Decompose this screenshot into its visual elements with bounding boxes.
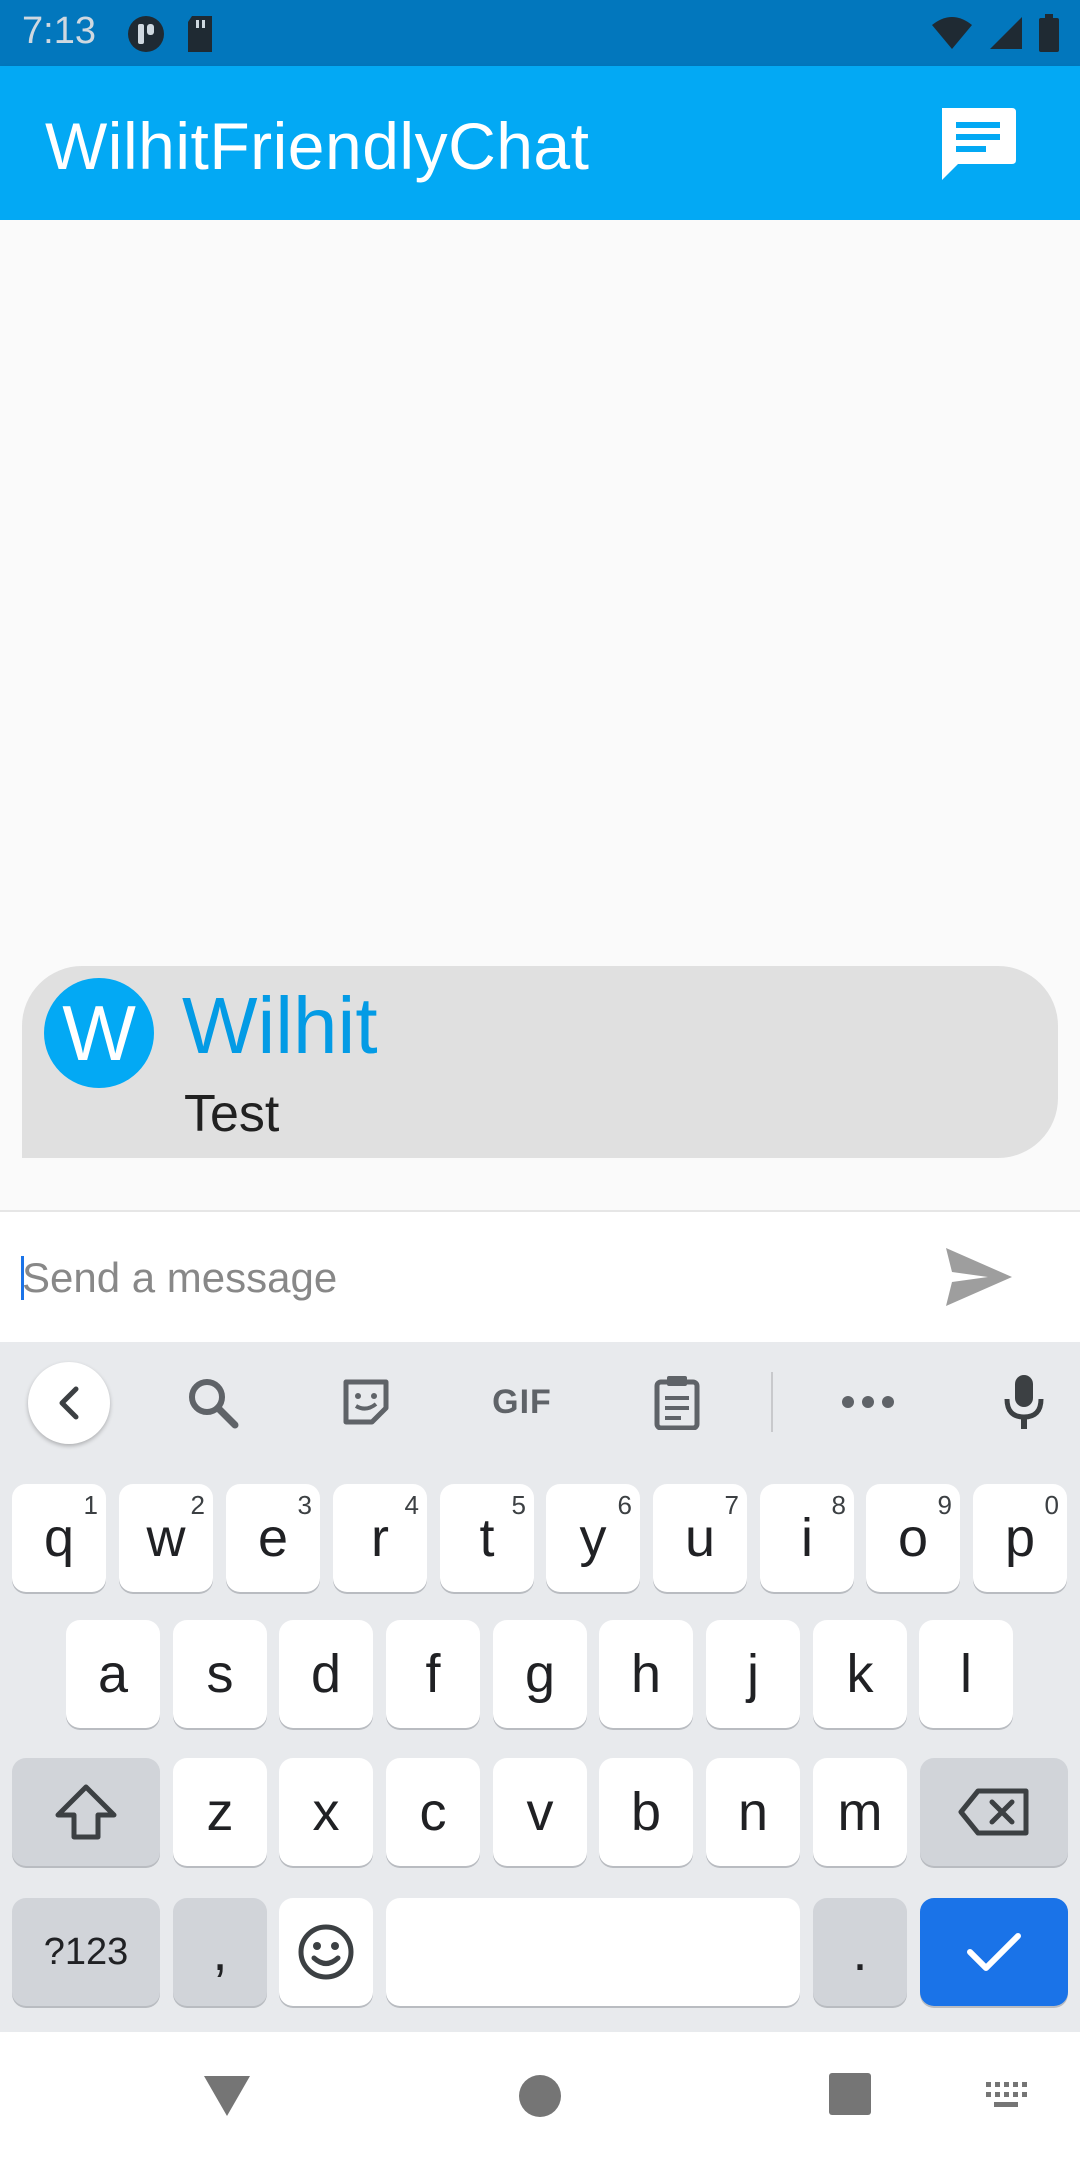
sticker-button[interactable] <box>334 1370 398 1434</box>
collapse-toolbar-button[interactable] <box>28 1362 110 1444</box>
clipboard-icon <box>654 1376 700 1430</box>
keyboard: GIF q1 w2 e3 r4 t5 y6 u7 i8 o9 p0 a s d … <box>0 1342 1080 2032</box>
period-key[interactable]: . <box>813 1898 907 2006</box>
backspace-icon <box>958 1788 1029 1836</box>
send-button[interactable] <box>944 1246 1014 1308</box>
voice-input-button[interactable] <box>994 1370 1054 1434</box>
search-icon <box>189 1379 239 1429</box>
message-text: Test <box>184 1085 280 1143</box>
key-j[interactable]: j <box>706 1620 800 1728</box>
key-e[interactable]: e3 <box>226 1484 320 1592</box>
signal-icon <box>990 17 1022 49</box>
home-nav-icon[interactable] <box>518 2074 562 2118</box>
battery-icon <box>1039 14 1059 52</box>
key-v[interactable]: v <box>493 1758 587 1866</box>
backspace-key[interactable] <box>920 1758 1068 1866</box>
key-y[interactable]: y6 <box>546 1484 640 1592</box>
avatar: W <box>44 978 154 1088</box>
key-f[interactable]: f <box>386 1620 480 1728</box>
back-nav-icon[interactable] <box>202 2072 252 2118</box>
checkmark-icon <box>967 1933 1021 1971</box>
keyboard-switch-icon[interactable] <box>984 2080 1028 2110</box>
app-title: WilhitFriendlyChat <box>45 109 590 183</box>
shift-icon <box>55 1784 117 1840</box>
enter-key[interactable] <box>920 1898 1068 2006</box>
key-g[interactable]: g <box>493 1620 587 1728</box>
search-button[interactable] <box>180 1370 244 1434</box>
key-m[interactable]: m <box>813 1758 907 1866</box>
message-input[interactable] <box>22 1246 902 1310</box>
status-time: 7:13 <box>22 10 96 52</box>
chat-icon[interactable] <box>936 102 1018 184</box>
comma-key[interactable]: , <box>173 1898 267 2006</box>
shift-key[interactable] <box>12 1758 160 1866</box>
keyboard-toolbar: GIF <box>0 1342 1080 1464</box>
recents-nav-icon[interactable] <box>828 2072 872 2116</box>
notification-app-icon <box>128 16 164 52</box>
key-q[interactable]: q1 <box>12 1484 106 1592</box>
key-d[interactable]: d <box>279 1620 373 1728</box>
key-r[interactable]: r4 <box>333 1484 427 1592</box>
key-i[interactable]: i8 <box>760 1484 854 1592</box>
gif-button[interactable]: GIF <box>482 1370 562 1434</box>
key-s[interactable]: s <box>173 1620 267 1728</box>
key-n[interactable]: n <box>706 1758 800 1866</box>
clipboard-button[interactable] <box>645 1370 709 1434</box>
key-u[interactable]: u7 <box>653 1484 747 1592</box>
more-options-button[interactable] <box>836 1370 900 1434</box>
key-p[interactable]: p0 <box>973 1484 1067 1592</box>
message-list[interactable]: W Wilhit Test <box>0 220 1080 1210</box>
wifi-icon <box>932 17 972 49</box>
symbols-key[interactable]: ?123 <box>12 1898 160 2006</box>
space-key[interactable] <box>386 1898 800 2006</box>
key-h[interactable]: h <box>599 1620 693 1728</box>
sender-name: Wilhit <box>182 981 378 1070</box>
message-composer <box>0 1210 1080 1342</box>
status-bar: 7:13 <box>0 0 1080 66</box>
toolbar-divider <box>771 1372 773 1432</box>
emoji-key[interactable] <box>279 1898 373 2006</box>
key-l[interactable]: l <box>919 1620 1013 1728</box>
more-horizontal-icon <box>842 1396 894 1408</box>
key-c[interactable]: c <box>386 1758 480 1866</box>
sd-card-icon <box>188 16 212 52</box>
microphone-icon <box>1004 1375 1044 1429</box>
key-z[interactable]: z <box>173 1758 267 1866</box>
chevron-left-icon <box>59 1386 79 1420</box>
text-cursor <box>21 1256 24 1300</box>
key-o[interactable]: o9 <box>866 1484 960 1592</box>
message-bubble[interactable]: W Wilhit Test <box>22 966 1058 1158</box>
key-t[interactable]: t5 <box>440 1484 534 1592</box>
key-a[interactable]: a <box>66 1620 160 1728</box>
navigation-bar <box>0 2032 1080 2160</box>
key-w[interactable]: w2 <box>119 1484 213 1592</box>
emoji-icon <box>298 1924 354 1980</box>
key-b[interactable]: b <box>599 1758 693 1866</box>
app-bar: WilhitFriendlyChat <box>0 66 1080 220</box>
key-k[interactable]: k <box>813 1620 907 1728</box>
key-x[interactable]: x <box>279 1758 373 1866</box>
sticker-icon <box>343 1379 389 1425</box>
